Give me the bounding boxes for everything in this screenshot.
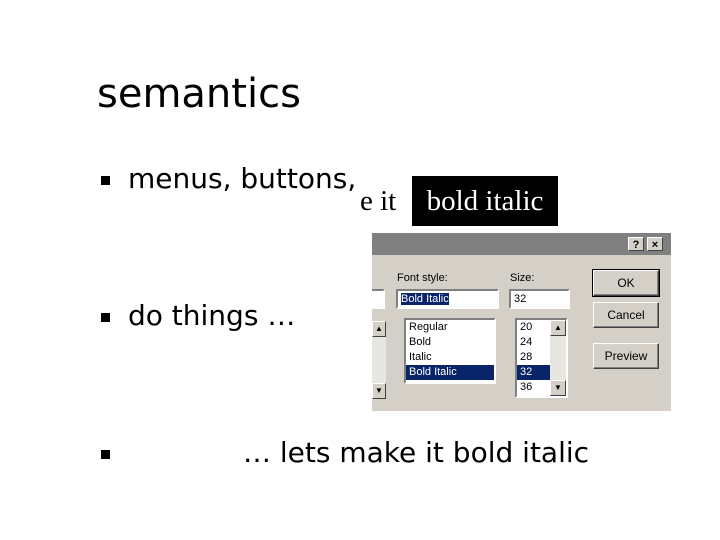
size-scrollbar[interactable]: ▲ ▼ [550, 320, 566, 396]
scroll-down-icon[interactable]: ▼ [550, 380, 566, 396]
font-name-field[interactable] [372, 289, 385, 309]
font-dialog: ? × ▲ ▼ Font style: Bold Italic Regular … [372, 233, 671, 411]
preview-button[interactable]: Preview [593, 343, 659, 369]
font-style-input[interactable]: Bold Italic [396, 289, 499, 309]
list-item-selected[interactable]: Bold Italic [406, 365, 494, 380]
cancel-button[interactable]: Cancel [593, 302, 659, 328]
bullet-marker [101, 176, 110, 185]
size-label: Size: [510, 272, 535, 284]
list-item[interactable]: Regular [406, 320, 494, 335]
snippet-plain-text: e it [360, 185, 397, 217]
bullet-marker [101, 313, 110, 322]
font-name-scrollbar[interactable]: ▲ ▼ [372, 321, 386, 399]
scroll-up-icon[interactable]: ▲ [372, 321, 386, 337]
snippet-highlighted-text[interactable]: bold italic [412, 176, 558, 226]
font-style-list[interactable]: Regular Bold Italic Bold Italic [404, 318, 496, 384]
help-button[interactable]: ? [628, 237, 644, 251]
scroll-down-icon[interactable]: ▼ [372, 383, 386, 399]
bullet-marker [101, 450, 110, 459]
size-list[interactable]: 20 24 28 32 36 ▲ ▼ [515, 318, 568, 398]
font-style-label: Font style: [397, 272, 448, 284]
close-button[interactable]: × [647, 237, 663, 251]
bullet-text: menus, buttons, [128, 162, 357, 195]
font-style-input-value: Bold Italic [401, 293, 449, 305]
bullet-text: … lets make it bold italic [243, 436, 590, 469]
bullet-text: do things … [128, 299, 296, 332]
size-input[interactable]: 32 [509, 289, 570, 309]
scroll-up-icon[interactable]: ▲ [550, 320, 566, 336]
list-item[interactable]: Italic [406, 350, 494, 365]
slide-title: semantics [97, 71, 301, 117]
dialog-titlebar: ? × [372, 233, 671, 255]
ok-button[interactable]: OK [592, 269, 660, 297]
list-item[interactable]: Bold [406, 335, 494, 350]
